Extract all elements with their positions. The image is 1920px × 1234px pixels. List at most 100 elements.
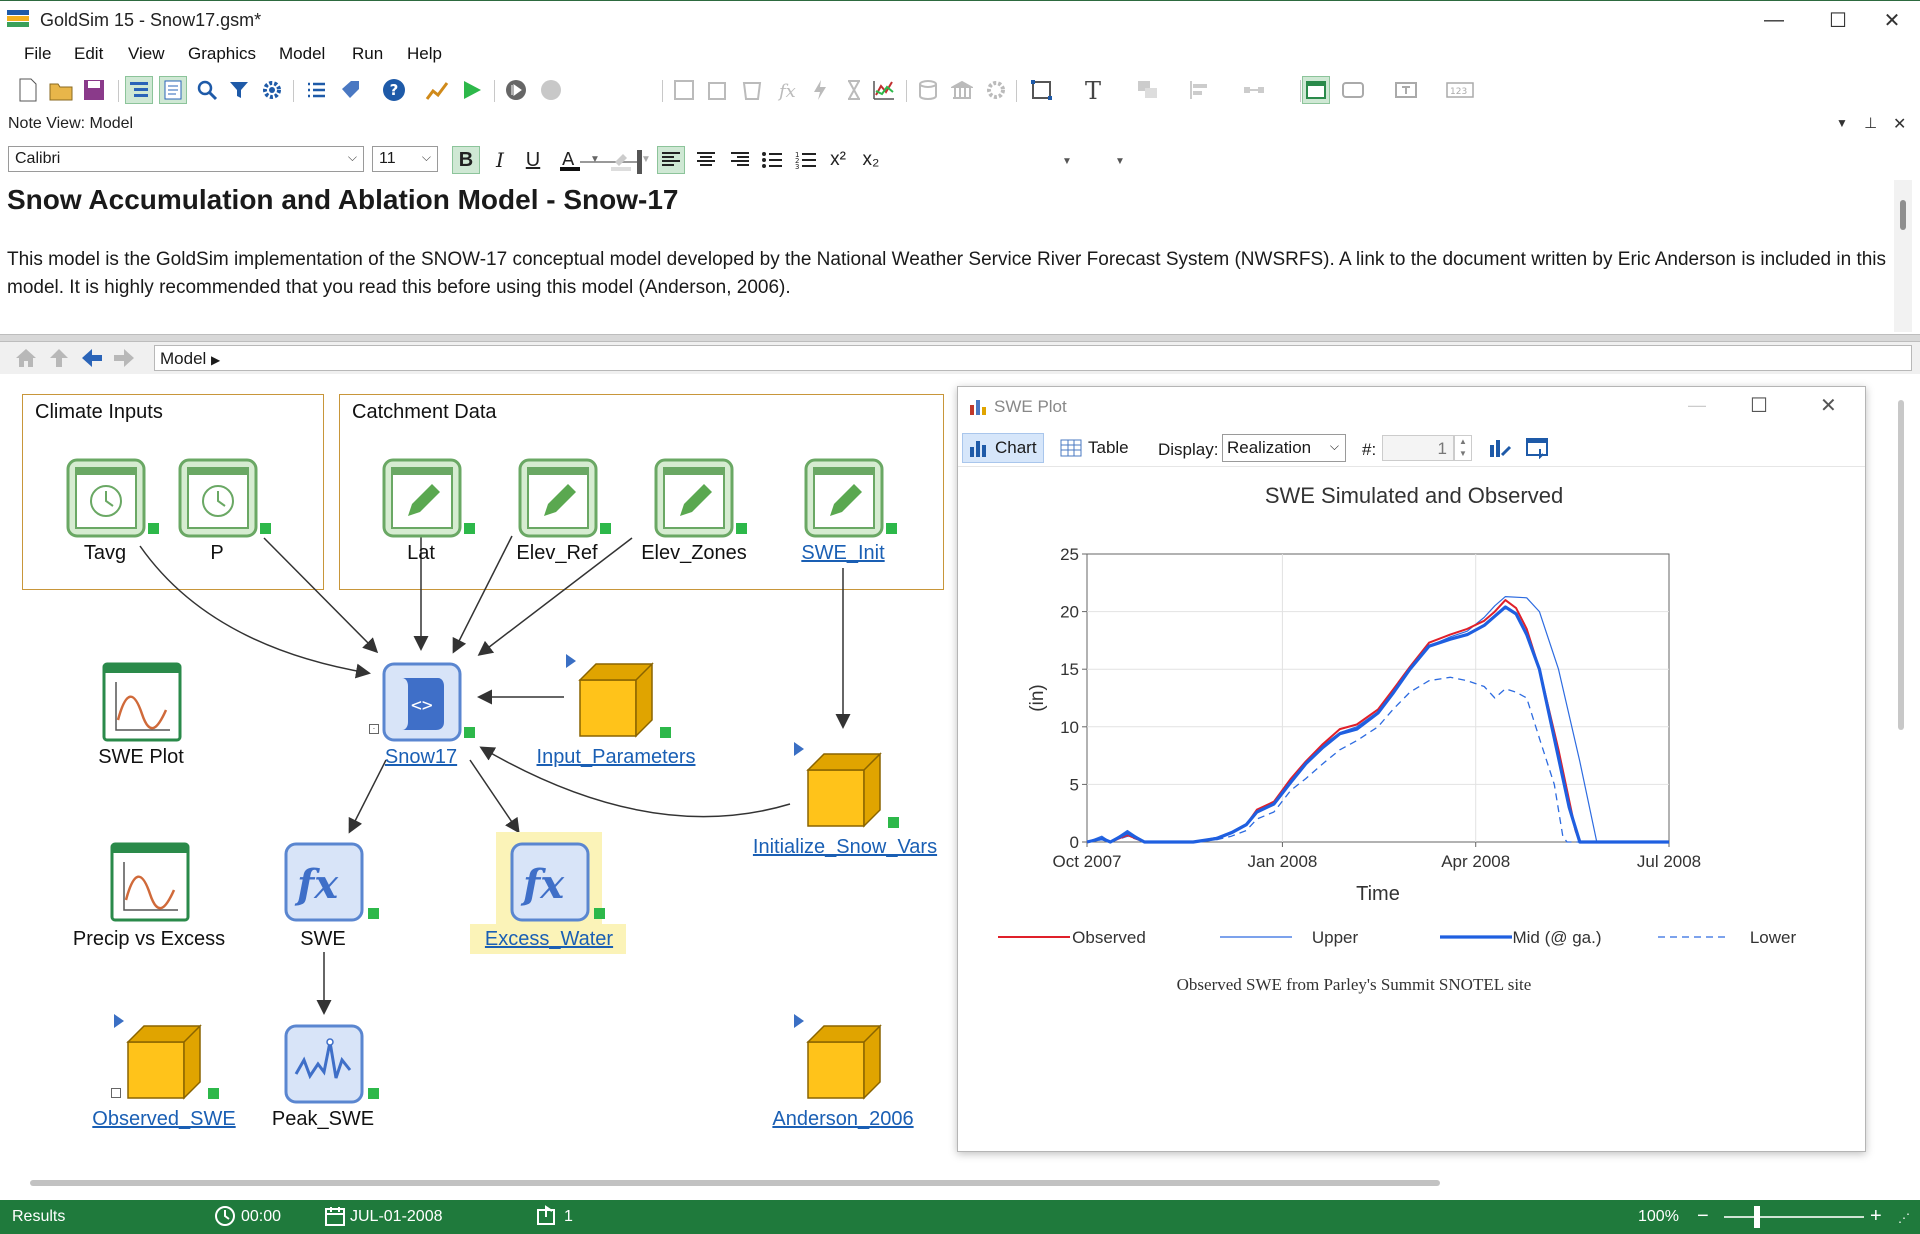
chart-properties-icon[interactable] — [1488, 437, 1512, 464]
superscript-button[interactable]: x² — [824, 146, 852, 174]
container-expand-icon[interactable] — [794, 742, 804, 756]
container-expand-icon[interactable] — [566, 654, 576, 668]
note-scrollbar[interactable] — [1894, 180, 1912, 332]
result-chart-icon[interactable] — [423, 76, 451, 104]
tavg-timeseries-element[interactable] — [66, 458, 146, 538]
breadcrumb-chevron-icon[interactable]: ▶ — [211, 353, 220, 367]
realization-spinner[interactable]: ▲ ▼ — [1454, 435, 1472, 461]
menu-graphics[interactable]: Graphics — [188, 44, 256, 64]
realization-field[interactable]: 1 — [1382, 435, 1454, 461]
expand-icon[interactable]: · — [369, 724, 379, 734]
input-parameters-label[interactable]: Input_Parameters — [537, 746, 696, 769]
elev-zones-data-element[interactable] — [654, 458, 734, 538]
up-arrow-icon[interactable] — [48, 347, 70, 374]
browser-view-icon[interactable] — [125, 76, 153, 104]
display-select[interactable]: Realization ⌵ — [1222, 434, 1346, 462]
swe-expression-element[interactable]: fx — [284, 842, 364, 922]
gear-icon[interactable] — [258, 76, 286, 104]
filter-icon[interactable] — [225, 76, 253, 104]
menu-edit[interactable]: Edit — [74, 44, 103, 64]
anderson-2006-container[interactable] — [804, 1022, 884, 1102]
font-color-dropdown-icon[interactable]: ▼ — [590, 154, 600, 165]
align-right-button[interactable] — [726, 146, 754, 174]
underline-button[interactable]: U — [519, 146, 547, 174]
menu-help[interactable]: Help — [407, 44, 442, 64]
excess-water-label[interactable]: Excess_Water — [485, 928, 613, 951]
swe-plot-chart-element[interactable] — [102, 662, 182, 742]
tag-icon[interactable] — [336, 76, 364, 104]
breadcrumb-model[interactable]: Model — [160, 349, 206, 368]
resize-grip-icon[interactable]: ⋰ — [1898, 1211, 1910, 1225]
step-icon[interactable] — [502, 76, 530, 104]
bullet-list-button[interactable] — [758, 146, 786, 174]
maximize-button[interactable]: ☐ — [1810, 5, 1866, 35]
search-icon[interactable] — [193, 76, 221, 104]
container-expand-icon[interactable] — [114, 1014, 124, 1028]
lat-data-element[interactable] — [382, 458, 462, 538]
menu-view[interactable]: View — [128, 44, 165, 64]
help-icon[interactable]: ? — [380, 76, 408, 104]
observed-swe-container[interactable] — [124, 1022, 204, 1102]
italic-button[interactable]: I — [486, 146, 514, 174]
initialize-snow-vars-label[interactable]: Initialize_Snow_Vars — [753, 836, 937, 859]
zoom-slider-thumb[interactable] — [1754, 1206, 1760, 1228]
vertical-scrollbar[interactable] — [1898, 400, 1904, 730]
zoom-out-button[interactable]: − — [1697, 1205, 1709, 1228]
pane-splitter[interactable] — [0, 334, 1920, 342]
run-icon[interactable] — [458, 76, 486, 104]
breadcrumb[interactable]: Model ▶ — [154, 345, 1912, 371]
align-left-button[interactable] — [657, 146, 685, 174]
new-file-icon[interactable] — [14, 76, 42, 104]
graphics-pane-icon[interactable] — [1302, 76, 1330, 104]
font-name-select[interactable]: Calibri ⌵ — [8, 146, 364, 172]
font-color-icon[interactable]: A — [556, 146, 584, 174]
horizontal-scrollbar[interactable] — [30, 1180, 1440, 1186]
swe-init-data-element[interactable] — [804, 458, 884, 538]
forward-arrow-icon[interactable] — [112, 347, 136, 374]
initialize-snow-vars-container[interactable] — [804, 750, 884, 830]
save-icon[interactable] — [80, 76, 108, 104]
expand-icon[interactable] — [111, 1088, 121, 1098]
window-options-icon[interactable] — [1526, 437, 1550, 464]
minimize-button[interactable]: — — [1746, 5, 1802, 35]
menu-model[interactable]: Model — [279, 44, 325, 64]
text-tool-icon[interactable]: T — [1081, 76, 1109, 104]
zoom-slider-track[interactable] — [1724, 1216, 1864, 1218]
tab-chart[interactable]: Chart — [962, 433, 1044, 463]
snow17-label[interactable]: Snow17 — [385, 746, 457, 769]
note-pane-icon[interactable] — [159, 76, 187, 104]
shape-icon[interactable] — [1028, 76, 1056, 104]
observed-swe-label[interactable]: Observed_SWE — [92, 1108, 235, 1131]
excess-water-expression-element[interactable]: fx — [510, 842, 590, 922]
close-button[interactable]: ✕ — [1864, 5, 1920, 35]
precip-vs-excess-chart-element[interactable] — [110, 842, 190, 922]
zoom-in-button[interactable]: + — [1870, 1205, 1882, 1228]
pane-options-icon[interactable]: ▼ — [1836, 116, 1848, 130]
note-scrollbar-thumb[interactable] — [1900, 200, 1906, 230]
align-center-button[interactable] — [692, 146, 720, 174]
home-icon[interactable] — [14, 347, 38, 374]
menu-run[interactable]: Run — [352, 44, 383, 64]
p-timeseries-element[interactable] — [178, 458, 258, 538]
swe-chart[interactable]: SWE Simulated and Observed 0 5 10 15 20 25 Oct … — [958, 469, 1865, 1151]
open-folder-icon[interactable] — [47, 76, 75, 104]
container-expand-icon[interactable] — [794, 1014, 804, 1028]
list-icon[interactable] — [302, 76, 330, 104]
plot-maximize-button[interactable]: ☐ — [1750, 393, 1768, 418]
swe-plot-window[interactable]: SWE Plot — ☐ ✕ Chart Table Display: Real… — [957, 386, 1866, 1152]
menu-file[interactable]: File — [24, 44, 51, 64]
plot-minimize-button[interactable]: — — [1688, 395, 1706, 416]
plot-window-titlebar[interactable]: SWE Plot — ☐ ✕ — [958, 387, 1865, 427]
font-size-select[interactable]: 11 ⌵ — [372, 146, 438, 172]
tab-table[interactable]: Table — [1054, 433, 1135, 463]
snow17-script-element[interactable]: <> — [382, 662, 462, 742]
chart-element-icon[interactable] — [870, 76, 898, 104]
plot-close-button[interactable]: ✕ — [1820, 393, 1837, 418]
back-arrow-icon[interactable] — [80, 347, 104, 374]
input-parameters-container[interactable] — [576, 660, 656, 740]
numbered-list-button[interactable]: 123 — [792, 146, 820, 174]
anderson-2006-label[interactable]: Anderson_2006 — [772, 1108, 913, 1131]
pane-close-icon[interactable]: ✕ — [1893, 114, 1906, 134]
peak-swe-extrema-element[interactable] — [284, 1024, 364, 1104]
swe-init-label[interactable]: SWE_Init — [801, 542, 884, 565]
